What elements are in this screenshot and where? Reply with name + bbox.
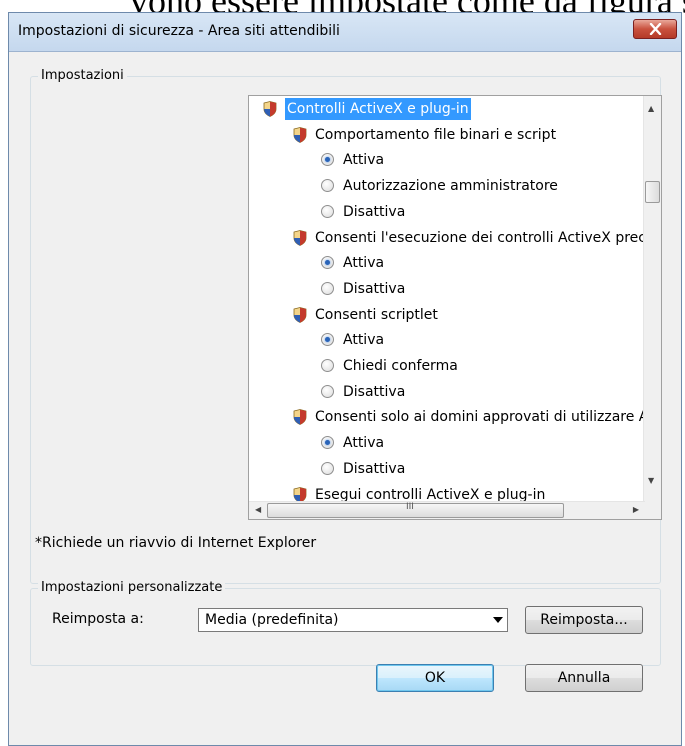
scroll-left-arrow-icon[interactable]: ◀ [255,505,261,514]
setting-item[interactable]: Consenti solo ai domini approvati di uti… [249,406,661,428]
setting-option[interactable]: Autorizzazione amministratore [249,175,645,197]
title-bar[interactable]: Impostazioni di sicurezza - Area siti at… [9,13,681,52]
radio-button[interactable] [321,384,334,398]
reset-level-value: Media (predefinita) [205,612,339,628]
setting-title: Consenti scriptlet [315,306,438,323]
radio-button[interactable] [321,153,334,167]
setting-option[interactable]: Chiedi conferma [249,355,645,377]
settings-tree[interactable]: Controlli ActiveX e plug-in Comportamento… [248,95,662,520]
setting-option[interactable]: Attiva [249,149,645,171]
scroll-grip: III [406,502,414,512]
restart-note: *Richiede un riavvio di Internet Explore… [35,535,317,551]
security-shield-icon [293,126,307,143]
setting-title: Controlli ActiveX e plug-in [285,98,471,120]
tree-category[interactable]: Controlli ActiveX e plug-in [249,98,645,120]
security-shield-icon [293,306,307,323]
reset-to-label: Reimposta a: [52,611,144,627]
setting-option[interactable]: Attiva [249,432,645,454]
option-label: Attiva [343,435,385,452]
reset-button[interactable]: Reimposta... [525,606,643,634]
option-label: Attiva [343,255,385,272]
scroll-down-arrow-icon[interactable]: ▼ [648,476,654,485]
reset-level-select[interactable]: Media (predefinita) [198,608,508,632]
radio-button[interactable] [321,204,334,218]
custom-settings-group-label: Impostazioni personalizzate [38,580,226,595]
option-label: Attiva [343,332,385,349]
scroll-right-arrow-icon[interactable]: ▶ [633,505,639,514]
close-button[interactable] [633,19,677,39]
security-shield-icon [293,229,307,246]
option-label: Chiedi conferma [343,358,458,374]
setting-item[interactable]: Consenti scriptlet [249,304,645,326]
settings-group-label: Impostazioni [38,68,127,83]
option-label: Disattiva [343,280,406,297]
ok-button[interactable]: OK [376,664,494,692]
window-title: Impostazioni di sicurezza - Area siti at… [18,23,340,39]
setting-option[interactable]: Disattiva [249,278,645,300]
setting-option[interactable]: Disattiva [249,201,645,223]
setting-option[interactable]: Disattiva [249,458,645,480]
setting-item[interactable]: Comportamento file binari e script [249,124,645,146]
radio-button[interactable] [321,179,334,193]
horizontal-scroll-thumb[interactable]: III [267,502,564,518]
chevron-down-icon[interactable] [493,617,503,623]
setting-title: Consenti l'esecuzione dei controlli Acti… [315,229,661,246]
vertical-scroll-thumb[interactable] [645,181,660,203]
setting-option[interactable]: Attiva [249,329,645,351]
setting-title: Comportamento file binari e script [315,126,557,143]
security-shield-icon [293,409,307,426]
setting-title: Consenti solo ai domini approvati di uti… [315,409,661,426]
radio-button[interactable] [321,281,334,295]
option-label: Disattiva [343,383,406,400]
radio-button[interactable] [321,256,334,270]
setting-item[interactable]: Consenti l'esecuzione dei controlli Acti… [249,227,661,249]
option-label: Disattiva [343,203,406,220]
option-label: Disattiva [343,460,406,477]
radio-button[interactable] [321,359,334,372]
option-label: Attiva [343,152,385,169]
setting-option[interactable]: Disattiva [249,381,645,403]
scroll-up-arrow-icon[interactable]: ▲ [648,104,654,113]
scrollbar-corner [644,502,661,519]
radio-button[interactable] [321,461,334,475]
radio-button[interactable] [321,436,334,450]
close-icon [649,23,662,35]
option-label: Autorizzazione amministratore [343,178,558,195]
cancel-button[interactable]: Annulla [525,664,643,692]
security-shield-icon [263,101,277,117]
radio-button[interactable] [321,333,334,347]
setting-option[interactable]: Attiva [249,252,645,274]
horizontal-scrollbar[interactable]: ◀ III ▶ [249,501,645,519]
vertical-scrollbar[interactable]: ▲ ▼ [643,96,661,502]
